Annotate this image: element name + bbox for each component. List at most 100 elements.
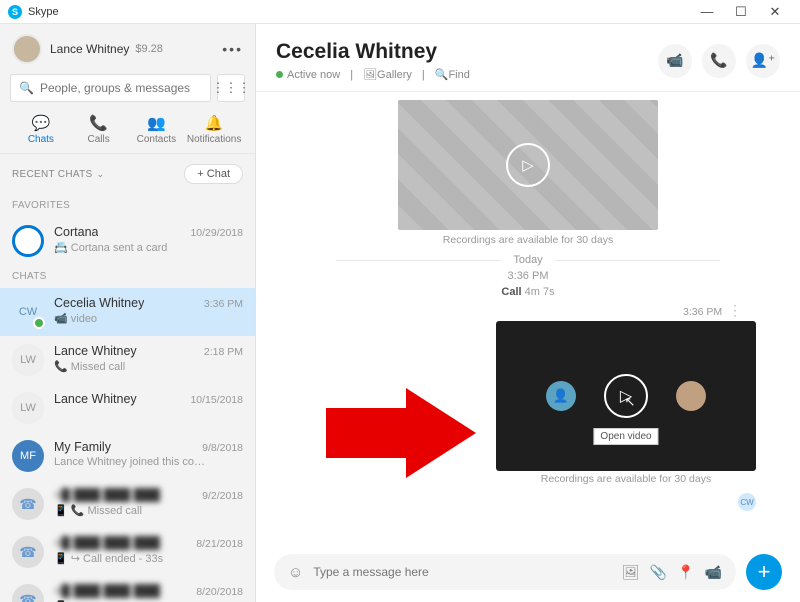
play-icon: ▷ (506, 143, 550, 187)
chat-time: 10/15/2018 (190, 394, 243, 406)
my-avatar[interactable] (12, 34, 42, 64)
chat-list-item[interactable]: LW Lance Whitney 2:18 PM 📞 Missed call (0, 336, 255, 384)
attach-contact-icon[interactable]: 🖼 (622, 564, 640, 581)
chat-list-item[interactable]: ☎ +█ ███ ███ ███ 9/2/2018 📱 📞 Missed call (0, 480, 255, 528)
location-icon[interactable]: 📍 (677, 564, 694, 581)
search-input[interactable] (40, 81, 202, 95)
chat-name: Cecelia Whitney (54, 296, 144, 310)
chat-time: 9/8/2018 (202, 442, 243, 454)
chat-preview: 📱 ↪ Call ended - 33s (54, 552, 243, 565)
day-separator: Today (336, 254, 720, 266)
dialpad-button[interactable]: ⋮⋮⋮ (217, 74, 245, 102)
search-icon: 🔍 (19, 81, 34, 95)
composer: ☺ 🖼 📎 📍 📹 + (256, 546, 800, 602)
avatar: MF (12, 440, 44, 472)
my-balance: $9.28 (135, 43, 163, 55)
chat-preview: 📇 Cortana sent a card (54, 241, 243, 254)
video-recording-card[interactable]: 👤 ▷↖ Open video (496, 321, 756, 471)
chats-icon: 💬 (32, 114, 51, 132)
tab-chats[interactable]: 💬Chats (14, 114, 68, 145)
chat-time: 8/20/2018 (196, 586, 243, 598)
my-name: Lance Whitney (50, 42, 129, 56)
chat-time: 8/21/2018 (196, 538, 243, 550)
chat-time: 3:36 PM (204, 298, 243, 310)
window-titlebar: S Skype — ☐ ✕ (0, 0, 800, 24)
open-video-tooltip: Open video (593, 428, 658, 445)
call-event: Call 4m 7s (276, 286, 780, 298)
video-call-button[interactable]: 📹 (658, 44, 692, 78)
add-participant-button[interactable]: 👤⁺ (746, 44, 780, 78)
avatar (12, 225, 44, 257)
avatar: LW (12, 392, 44, 424)
chat-name: +█ ███ ███ ███ (54, 488, 160, 502)
recording-caption: Recordings are available for 30 days (276, 234, 780, 246)
avatar: ☎ (12, 584, 44, 602)
participant-avatar (676, 381, 706, 411)
skype-logo-icon: S (8, 5, 22, 19)
chat-list-item[interactable]: LW Lance Whitney 10/15/2018 (0, 384, 255, 432)
avatar: ☎ (12, 536, 44, 568)
chat-list-item[interactable]: Cortana 10/29/2018 📇 Cortana sent a card (0, 217, 255, 265)
chat-name: Lance Whitney (54, 392, 137, 406)
gallery-link[interactable]: 🖼 Gallery (363, 68, 412, 81)
calls-icon: 📞 (89, 114, 108, 132)
emoji-button[interactable]: ☺ (288, 564, 303, 581)
message-input[interactable] (313, 565, 612, 579)
recent-chats-header[interactable]: RECENT CHATS ⌄ + Chat (0, 154, 255, 194)
mouse-cursor-icon: ↖ (625, 394, 636, 410)
conversation-title: Cecelia Whitney (276, 40, 470, 64)
more-menu-button[interactable]: ••• (222, 41, 243, 57)
chat-time: 2:18 PM (204, 346, 243, 358)
message-timestamp: 3:36 PM ⋮ (276, 302, 742, 319)
chat-preview: Lance Whitney joined this co… (54, 456, 243, 468)
avatar: LW (12, 344, 44, 376)
chats-heading: CHATS (0, 265, 255, 288)
profile-row[interactable]: Lance Whitney $9.28 ••• (0, 24, 255, 74)
chat-name: Cortana (54, 225, 98, 239)
chat-list-item[interactable]: ☎ +█ ███ ███ ███ 8/21/2018 📱 ↪ Call ended -… (0, 528, 255, 576)
chat-time: 10/29/2018 (190, 227, 243, 239)
chat-name: Lance Whitney (54, 344, 137, 358)
contacts-icon: 👥 (147, 114, 166, 132)
chat-list-item[interactable]: ☎+█ ███ ███ ███8/20/2018📱 9 (0, 576, 255, 602)
more-actions-button[interactable]: + (746, 554, 782, 590)
sender-avatar: CW (738, 493, 756, 511)
window-close-button[interactable]: ✕ (758, 4, 792, 20)
chat-list-item[interactable]: CW Cecelia Whitney 3:36 PM 📹 video (0, 288, 255, 336)
tab-notifications[interactable]: 🔔Notifications (187, 114, 241, 145)
previous-recording-card[interactable]: ▷ (398, 100, 658, 230)
chat-name: +█ ███ ███ ███ (54, 536, 160, 550)
tab-calls[interactable]: 📞Calls (72, 114, 126, 145)
attach-file-icon[interactable]: 📎 (650, 564, 667, 581)
notifications-icon: 🔔 (205, 114, 224, 132)
window-minimize-button[interactable]: — (690, 4, 724, 19)
participant-avatar-icon: 👤 (546, 381, 576, 411)
avatar: ☎ (12, 488, 44, 520)
record-video-icon[interactable]: 📹 (705, 564, 722, 581)
chat-preview: 📞 Missed call (54, 360, 243, 373)
find-link[interactable]: 🔍 Find (435, 68, 470, 81)
message-more-button[interactable]: ⋮ (728, 302, 742, 318)
chat-name: My Family (54, 440, 111, 454)
conversation-panel: Cecelia Whitney Active now | 🖼 Gallery |… (256, 24, 800, 602)
annotation-arrow-icon (326, 388, 476, 478)
tab-contacts[interactable]: 👥Contacts (129, 114, 183, 145)
chat-name: +█ ███ ███ ███ (54, 584, 160, 598)
search-box[interactable]: 🔍 (10, 74, 211, 102)
window-maximize-button[interactable]: ☐ (724, 4, 758, 20)
play-button[interactable]: ▷↖ (604, 374, 648, 418)
chat-preview: 📱 📞 Missed call (54, 504, 243, 517)
recording-caption: Recordings are available for 30 days (496, 473, 756, 485)
presence-status: Active now (276, 69, 340, 81)
chevron-down-icon: ⌄ (96, 169, 104, 180)
avatar: CW (12, 296, 44, 328)
new-chat-button[interactable]: + Chat (184, 164, 243, 184)
call-timestamp: 3:36 PM (276, 270, 780, 282)
chat-preview: 📹 video (54, 312, 243, 325)
conversation-header: Cecelia Whitney Active now | 🖼 Gallery |… (256, 24, 800, 92)
audio-call-button[interactable]: 📞 (702, 44, 736, 78)
chat-time: 9/2/2018 (202, 490, 243, 502)
chat-list-item[interactable]: MF My Family 9/8/2018 Lance Whitney joined … (0, 432, 255, 480)
favorites-heading: FAVORITES (0, 194, 255, 217)
sidebar: Lance Whitney $9.28 ••• 🔍 ⋮⋮⋮ 💬Chats📞Cal… (0, 24, 256, 602)
